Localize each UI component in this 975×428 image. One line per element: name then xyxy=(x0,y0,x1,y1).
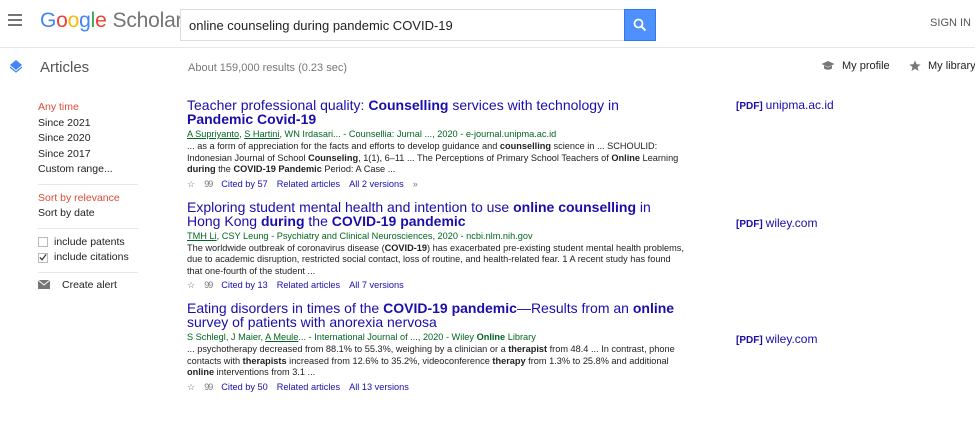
sort-by-date[interactable]: Sort by date xyxy=(38,206,158,222)
result-actions: ☆ 99 Cited by 13 Related articles All 7 … xyxy=(187,279,687,292)
articles-menu[interactable]: Articles xyxy=(40,59,89,76)
graduation-cap-icon xyxy=(821,61,835,70)
sidebar: Any time Since 2021 Since 2020 Since 201… xyxy=(38,100,158,291)
pdf-link[interactable]: [PDF] wiley.com xyxy=(736,332,817,346)
include-citations-checkbox[interactable]: include citations xyxy=(38,250,158,266)
search-button[interactable] xyxy=(624,9,656,41)
cited-by-link[interactable]: Cited by 57 xyxy=(221,178,267,191)
create-alert-button[interactable]: Create alert xyxy=(38,279,158,291)
my-profile-link[interactable]: My profile xyxy=(821,60,890,72)
cited-by-link[interactable]: Cited by 50 xyxy=(221,381,267,394)
top-bar: GoogleScholar SIGN IN xyxy=(0,0,975,48)
versions-link[interactable]: All 2 versions xyxy=(349,178,404,191)
star-icon[interactable]: ☆ xyxy=(187,279,195,292)
result-snippet: ... as a form of appreciation for the fa… xyxy=(187,141,679,174)
search-result: Teacher professional quality: Counsellin… xyxy=(187,98,687,191)
sort-by-relevance[interactable]: Sort by relevance xyxy=(38,191,158,207)
author-link[interactable]: A Supriyanto xyxy=(187,129,239,139)
search-input[interactable] xyxy=(180,9,624,41)
filter-since-2021[interactable]: Since 2021 xyxy=(38,116,158,132)
articles-icon[interactable] xyxy=(8,58,24,74)
include-patents-checkbox[interactable]: include patents xyxy=(38,235,158,251)
menu-icon[interactable] xyxy=(8,14,22,26)
star-icon[interactable]: ☆ xyxy=(187,381,195,394)
checkbox-box[interactable] xyxy=(38,237,48,248)
versions-link[interactable]: All 7 versions xyxy=(349,279,404,292)
divider xyxy=(38,227,138,229)
search-result: Exploring student mental health and inte… xyxy=(187,200,687,293)
results-list: Teacher professional quality: Counsellin… xyxy=(187,98,687,403)
result-actions: ☆ 99 Cited by 57 Related articles All 2 … xyxy=(187,178,687,191)
pdf-link[interactable]: [PDF] unipma.ac.id xyxy=(736,98,834,112)
star-icon[interactable]: ☆ xyxy=(187,178,195,191)
result-actions: ☆ 99 Cited by 50 Related articles All 13… xyxy=(187,381,687,394)
filter-since-2017[interactable]: Since 2017 xyxy=(38,147,158,163)
divider xyxy=(38,271,138,273)
author-link[interactable]: A Meule xyxy=(265,332,298,342)
quote-icon[interactable]: 99 xyxy=(204,381,213,394)
result-title[interactable]: Exploring student mental health and inte… xyxy=(187,200,687,228)
star-icon xyxy=(909,60,921,71)
author-link[interactable]: S Hartini xyxy=(244,129,279,139)
my-library-link[interactable]: My library xyxy=(909,60,975,72)
quote-icon[interactable]: 99 xyxy=(204,178,213,191)
result-title[interactable]: Eating disorders in times of the COVID-1… xyxy=(187,301,687,329)
search-result: Eating disorders in times of the COVID-1… xyxy=(187,301,687,394)
cited-by-link[interactable]: Cited by 13 xyxy=(221,279,267,292)
result-title[interactable]: Teacher professional quality: Counsellin… xyxy=(187,98,687,126)
more-icon[interactable]: » xyxy=(413,178,418,191)
checkbox-box[interactable] xyxy=(38,252,48,263)
result-authors: S Schlegl, J Maier, A Meule... - Interna… xyxy=(187,332,536,342)
check-icon xyxy=(39,254,47,261)
sub-header: Articles About 159,000 results (0.23 sec… xyxy=(0,48,975,88)
result-snippet: The worldwide outbreak of coronavirus di… xyxy=(187,242,684,276)
versions-link[interactable]: All 13 versions xyxy=(349,381,409,394)
pdf-link[interactable]: [PDF] wiley.com xyxy=(736,216,817,230)
filter-since-2020[interactable]: Since 2020 xyxy=(38,131,158,147)
filter-custom-range[interactable]: Custom range... xyxy=(38,162,158,178)
related-articles-link[interactable]: Related articles xyxy=(277,279,340,292)
mail-icon xyxy=(38,280,50,289)
search-icon xyxy=(633,18,647,32)
result-stats: About 159,000 results (0.23 sec) xyxy=(188,62,348,74)
google-scholar-logo[interactable]: Google Scholar xyxy=(40,9,183,33)
sign-in-button[interactable]: SIGN IN xyxy=(930,17,971,29)
author-link[interactable]: TMH Li xyxy=(187,231,217,241)
result-snippet: ... psychotherapy decreased from 88.1% t… xyxy=(187,344,675,377)
result-authors: A Supriyanto, S Hartini, WN Irdasari... … xyxy=(187,129,557,139)
divider xyxy=(38,183,138,185)
related-articles-link[interactable]: Related articles xyxy=(277,381,340,394)
result-authors: TMH Li, CSY Leung - Psychiatry and Clini… xyxy=(187,230,533,241)
filter-any-time[interactable]: Any time xyxy=(38,100,158,116)
quote-icon[interactable]: 99 xyxy=(204,279,213,292)
related-articles-link[interactable]: Related articles xyxy=(277,178,340,191)
